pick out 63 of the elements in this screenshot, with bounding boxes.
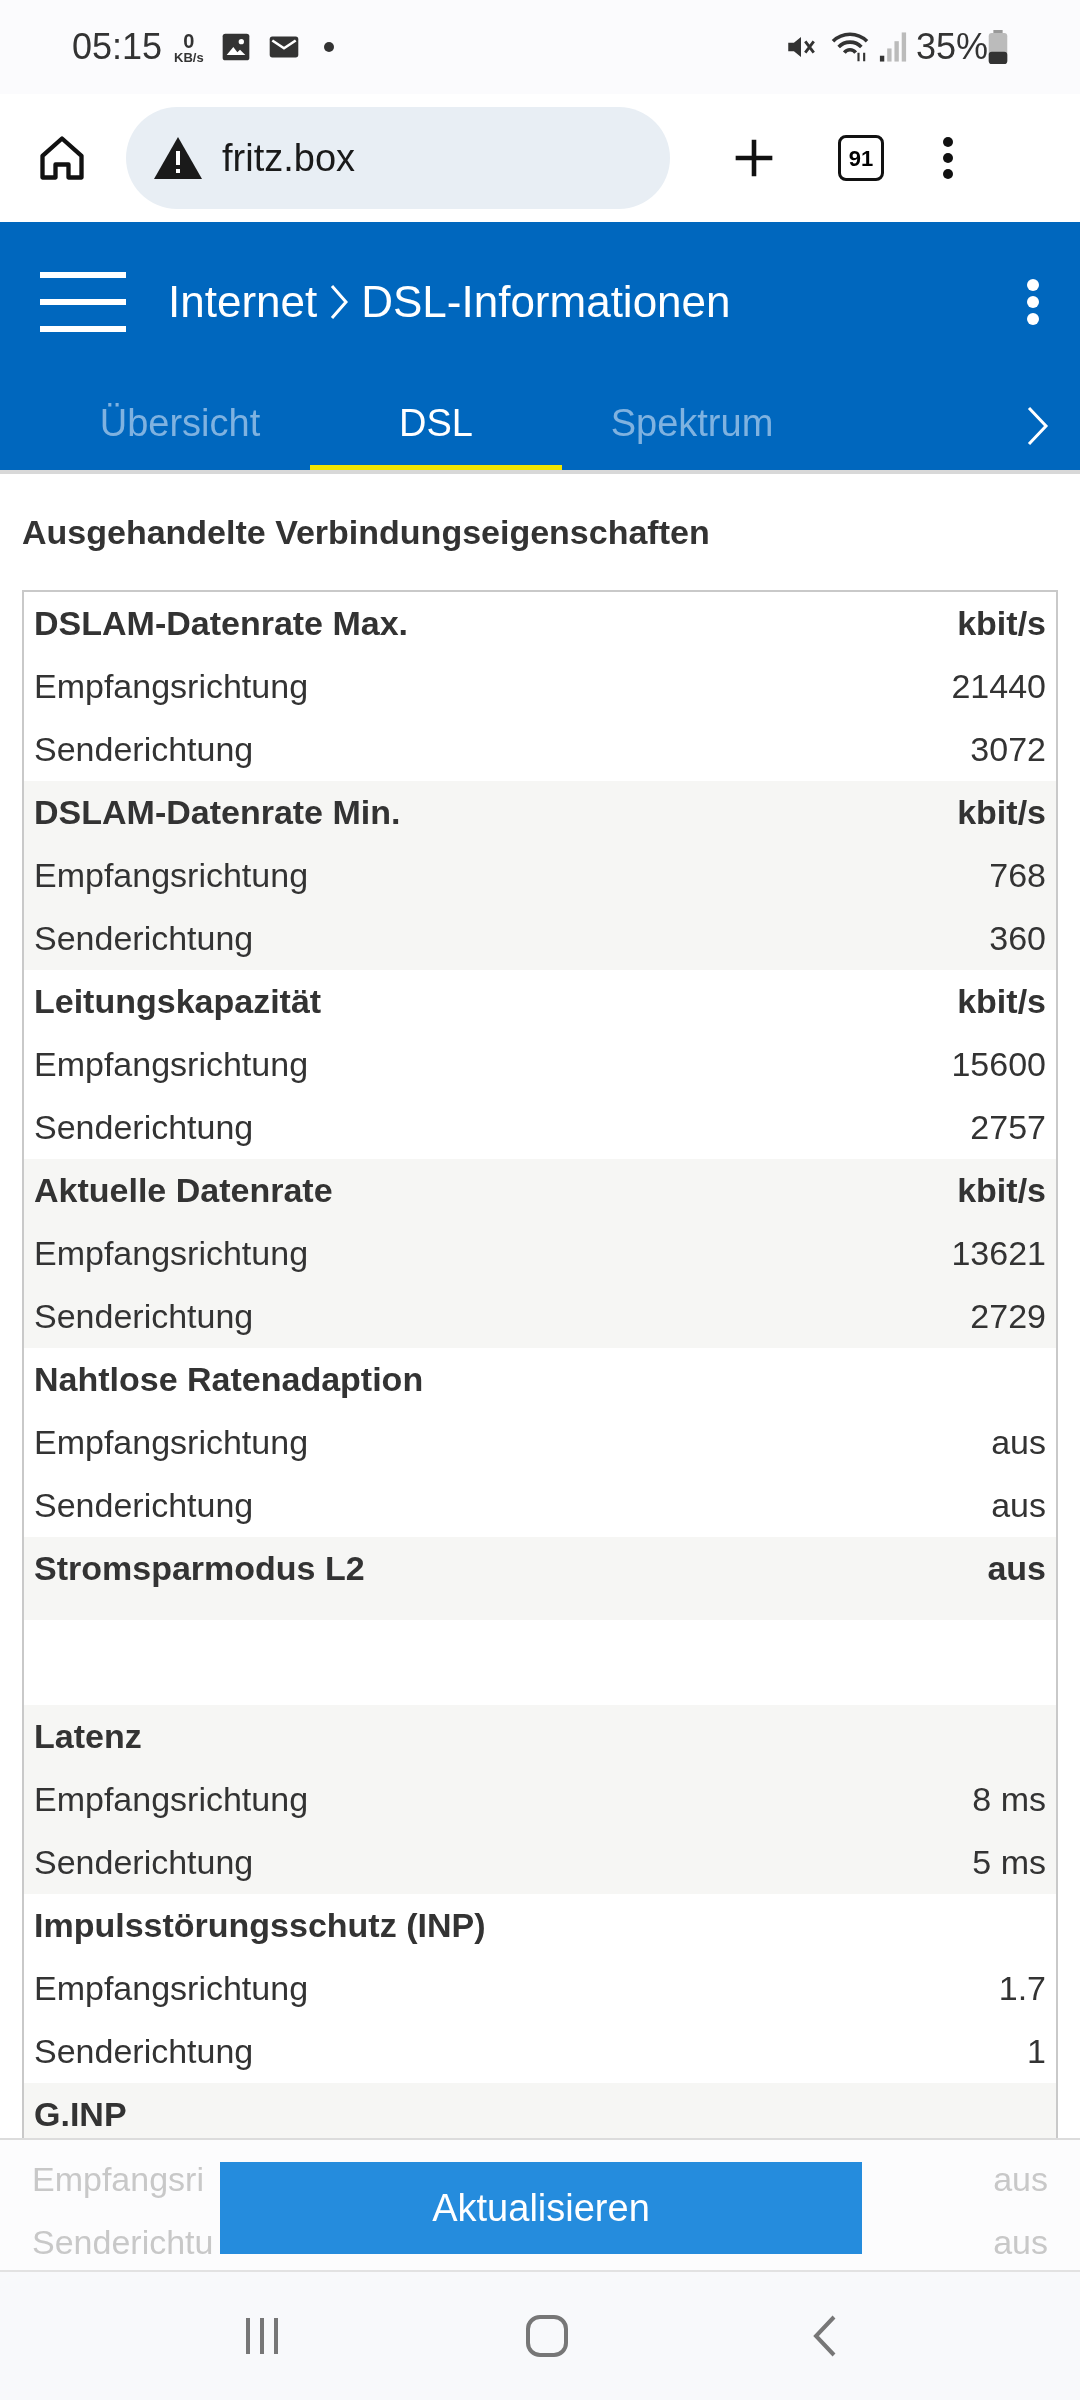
group-label: G.INP [34,2094,127,2135]
group-label: Aktuelle Datenrate [34,1170,333,1211]
row-label: Empfangsrichtung [34,855,309,896]
group-label: Stromsparmodus L2 [34,1548,365,1589]
row-label: Senderichtung [34,1107,254,1148]
group-label: Impulsstörungsschutz (INP) [34,1905,486,1946]
unit-label: kbit/s [957,603,1046,644]
group-label: Latenz [34,1716,142,1757]
row-label: Empfangsrichtung [34,1779,309,1820]
signal-icon [877,31,908,63]
unit-label: kbit/s [957,981,1046,1022]
address-bar[interactable]: fritz.box [126,107,670,209]
status-time: 05:15 [72,25,163,69]
tab-count-button[interactable]: 91 [838,135,884,181]
dot-icon [323,42,334,52]
row-value: 1.7 [998,1968,1046,2009]
unit-label: aus [987,1548,1046,1589]
battery-icon [988,30,1008,64]
row-value: aus [991,1485,1046,1526]
update-button[interactable]: Aktualisieren [220,2162,862,2254]
breadcrumb-link[interactable]: Internet [168,269,318,335]
group-label: Leitungskapazität [34,981,322,1022]
unit-label: kbit/s [957,1170,1046,1211]
row-label: Empfangsrichtung [34,1968,309,2009]
group-label: Nahtlose Ratenadaption [34,1359,424,1400]
home-button-icon[interactable] [525,2314,569,2358]
row-value: 360 [989,918,1046,959]
mail-icon [267,34,300,60]
row-value: 8 ms [972,1779,1046,1820]
battery-percentage: 35% [915,25,988,69]
network-speed: 0 [183,30,195,51]
row-label: Senderichtung [34,918,254,959]
more-icon[interactable] [942,136,954,180]
row-value: 2757 [970,1107,1046,1148]
row-label: Empfangsrichtung [34,1044,309,1085]
wifi-icon [829,30,870,64]
row-value: 21440 [951,666,1046,707]
warning-icon [154,137,202,179]
row-value: 15600 [951,1044,1046,1085]
unit-label: kbit/s [957,792,1046,833]
section-heading: Ausgehandelte Verbindungseigenschaften [22,511,710,553]
row-label: Senderichtung [34,1842,254,1883]
page-title: DSL-Informationen [361,276,731,328]
row-label: Senderichtung [34,1296,254,1337]
network-speed-unit: KB/s [174,50,204,64]
row-label: Senderichtung [34,729,254,770]
row-label: Senderichtung [34,2031,254,2072]
row-value: 5 ms [972,1842,1046,1883]
group-label: DSLAM-Datenrate Min. [34,792,401,833]
row-value: 3072 [970,729,1046,770]
row-value: 1 [1027,2031,1046,2072]
menu-icon[interactable] [40,270,126,334]
chevron-right-icon[interactable] [1026,404,1050,448]
row-value: 768 [989,855,1046,896]
group-label: DSLAM-Datenrate Max. [34,603,409,644]
row-label: Senderichtung [34,1485,254,1526]
row-value: 13621 [951,1233,1046,1274]
row-value: aus [991,1422,1046,1463]
row-label: Empfangsrichtung [34,666,309,707]
row-label: Empfangsrichtung [34,1233,309,1274]
row-value: 2729 [970,1296,1046,1337]
chevron-right-icon [329,282,350,322]
row-label: Empfangsrichtung [34,1422,309,1463]
